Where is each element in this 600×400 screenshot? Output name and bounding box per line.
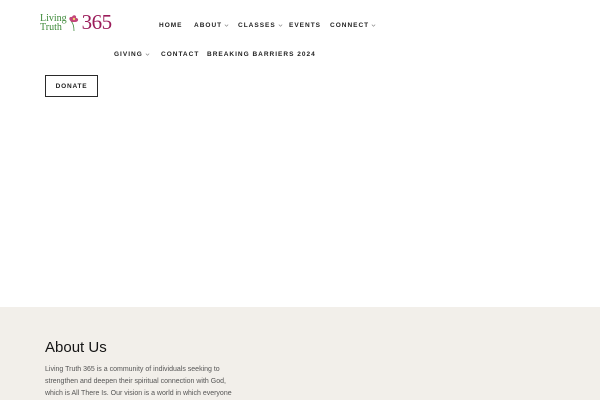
chevron-down-icon: [371, 24, 376, 27]
nav-home[interactable]: HOME: [159, 22, 183, 29]
nav-classes-label: CLASSES: [238, 22, 276, 29]
nav-about[interactable]: ABOUT: [194, 22, 229, 29]
nav-breaking-barriers-label: BREAKING BARRIERS 2024: [207, 51, 316, 58]
chevron-down-icon: [278, 24, 283, 27]
site-logo[interactable]: Living Truth 365: [40, 8, 130, 34]
nav-giving[interactable]: GIVING: [114, 51, 150, 58]
nav-contact[interactable]: CONTACT: [161, 51, 199, 58]
nav-classes[interactable]: CLASSES: [238, 22, 283, 29]
about-body: Living Truth 365 is a community of indiv…: [45, 366, 232, 397]
logo-number: 365: [81, 10, 113, 34]
about-section: About Us Living Truth 365 is a community…: [0, 307, 600, 400]
flower-icon: [69, 15, 78, 32]
nav-connect-label: CONNECT: [330, 22, 370, 29]
nav-home-label: HOME: [159, 22, 183, 29]
logo-wordmark: Living Truth: [40, 14, 67, 33]
nav-about-label: ABOUT: [194, 22, 223, 29]
site-header: Living Truth 365 HOME ABOUT CLASSES EVEN…: [0, 0, 600, 70]
nav-events[interactable]: EVENTS: [289, 22, 321, 29]
chevron-down-icon: [145, 53, 150, 56]
nav-connect[interactable]: CONNECT: [330, 22, 376, 29]
nav-contact-label: CONTACT: [161, 51, 200, 58]
nav-giving-label: GIVING: [114, 51, 143, 58]
nav-breaking-barriers[interactable]: BREAKING BARRIERS 2024: [207, 51, 316, 58]
donate-button[interactable]: DONATE: [45, 75, 98, 97]
chevron-down-icon: [224, 24, 229, 27]
about-title: About Us: [45, 339, 107, 356]
nav-events-label: EVENTS: [289, 22, 322, 29]
logo-line-2: Truth: [40, 22, 62, 33]
